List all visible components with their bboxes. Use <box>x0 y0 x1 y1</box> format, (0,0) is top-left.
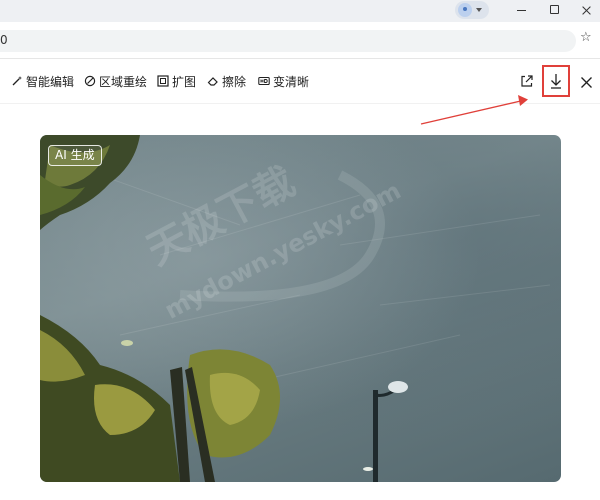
erase-button[interactable]: 擦除 <box>207 73 246 89</box>
url-text: 0 <box>0 33 8 47</box>
address-bar: 0 <box>0 22 600 58</box>
erase-label: 擦除 <box>222 74 247 89</box>
hd-icon <box>258 75 270 87</box>
avatar-icon <box>458 3 472 17</box>
star-icon[interactable]: ☆ <box>580 31 592 44</box>
expand-button[interactable]: 扩图 <box>157 73 196 89</box>
expand-label: 扩图 <box>172 74 197 89</box>
window-close-button[interactable] <box>570 0 600 22</box>
region-redraw-label: 区域重绘 <box>99 74 148 89</box>
close-icon <box>581 77 592 88</box>
profile-button[interactable] <box>455 1 489 19</box>
download-button[interactable] <box>542 65 570 97</box>
image-preview[interactable]: 天极下载 mydown.yesky.com AI 生成 <box>40 135 561 482</box>
magic-wand-icon <box>11 75 23 87</box>
ai-generated-badge: AI 生成 <box>48 145 102 166</box>
eraser-icon <box>207 75 219 87</box>
download-icon <box>551 74 561 89</box>
rainy-street-photo <box>40 135 551 482</box>
smart-edit-label: 智能编辑 <box>26 74 75 89</box>
chevron-down-icon <box>476 8 482 12</box>
url-input[interactable] <box>0 30 576 52</box>
minimize-button[interactable] <box>503 0 539 22</box>
brush-icon <box>84 75 96 87</box>
browser-titlebar <box>0 0 600 22</box>
maximize-button[interactable] <box>537 0 573 22</box>
close-button[interactable] <box>580 74 593 88</box>
smart-edit-button[interactable]: 智能编辑 <box>11 73 74 89</box>
clarify-button[interactable]: 变清晰 <box>258 73 309 89</box>
expand-icon <box>157 75 169 87</box>
share-button[interactable] <box>520 73 534 87</box>
clarify-label: 变清晰 <box>273 74 310 89</box>
share-icon <box>521 75 533 87</box>
annotation-arrow <box>420 95 528 125</box>
region-redraw-button[interactable]: 区域重绘 <box>84 73 147 89</box>
